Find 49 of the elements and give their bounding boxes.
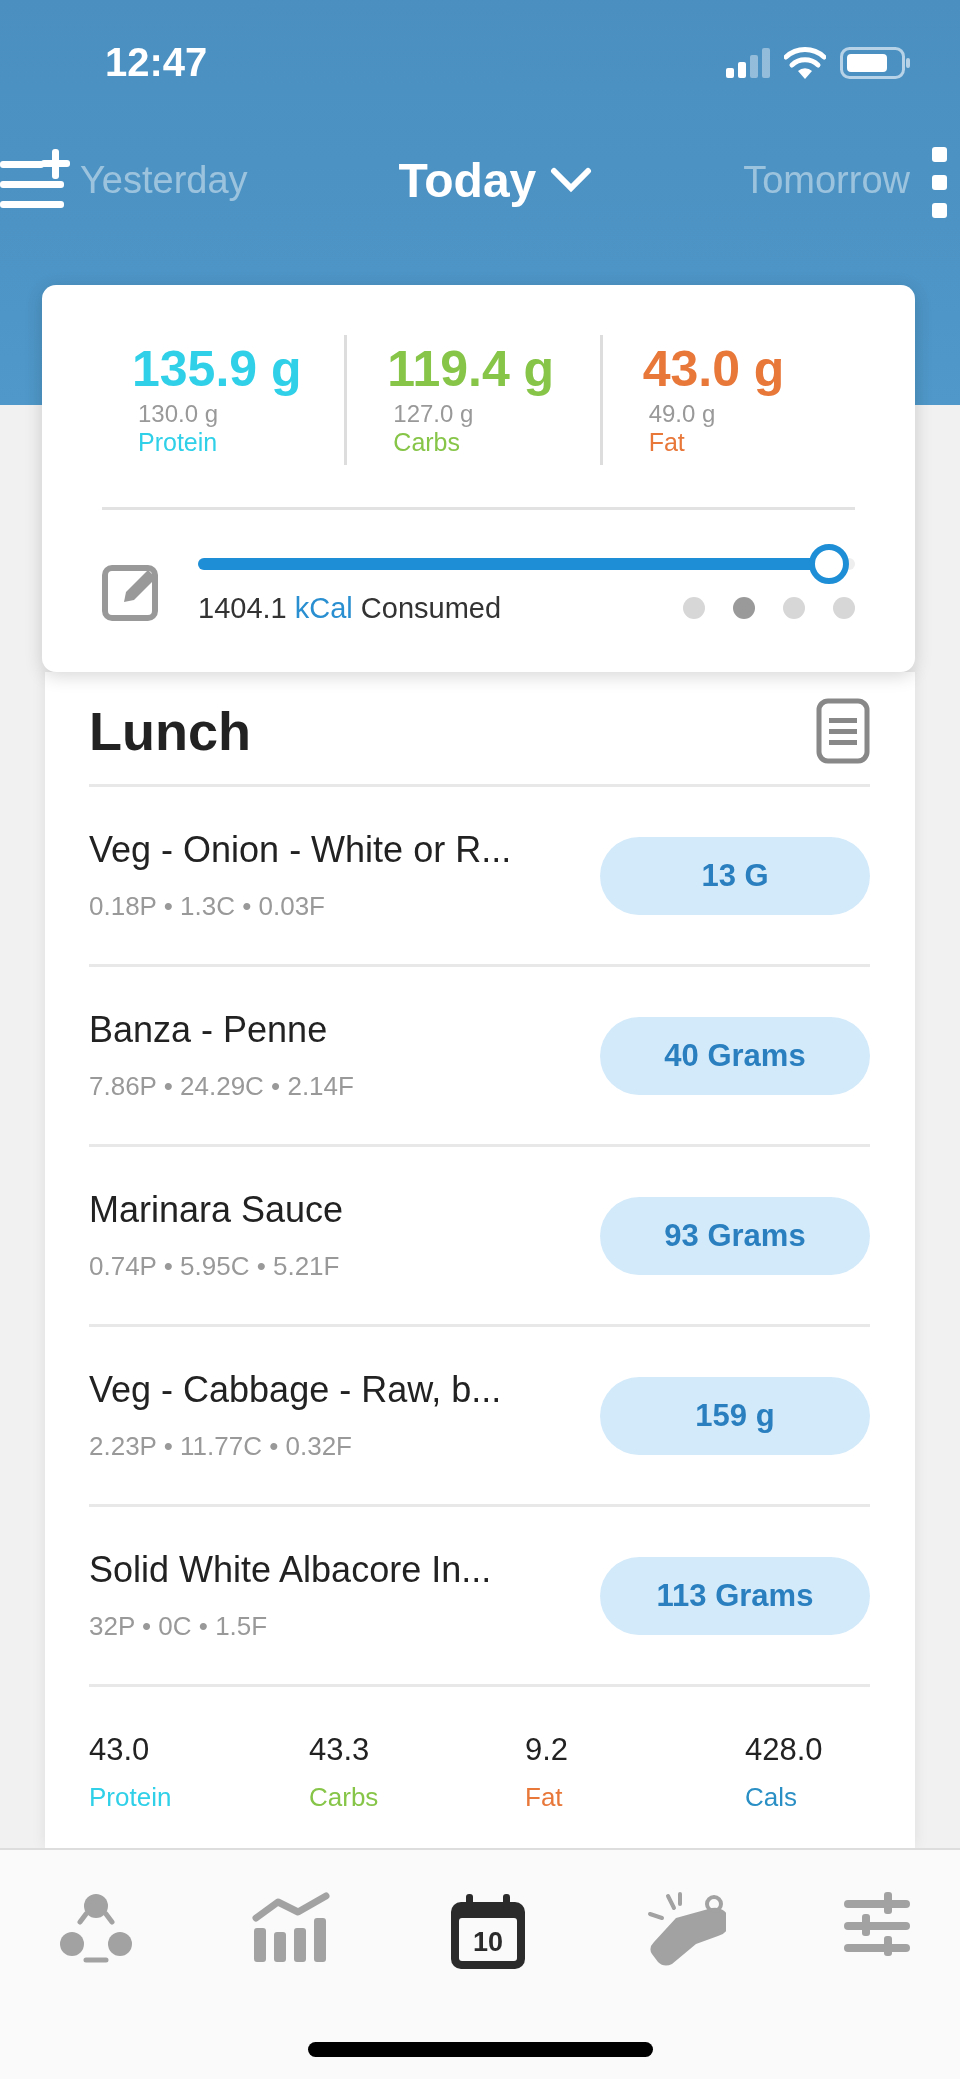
total-label: Cals (745, 1782, 798, 1813)
meal-title: Lunch (89, 700, 251, 762)
battery-icon (840, 46, 910, 79)
page-dot[interactable] (783, 597, 805, 619)
chevron-down-icon (550, 167, 593, 193)
status-time: 12:47 (105, 40, 208, 85)
more-icon[interactable] (932, 147, 948, 219)
total-label: Fat (525, 1782, 564, 1813)
wifi-icon (784, 46, 826, 79)
food-macros: 0.74P • 5.95C • 5.21F (89, 1251, 341, 1282)
amount-button[interactable]: 159 g (600, 1376, 870, 1455)
tomorrow-link[interactable]: Tomorrow (743, 158, 910, 202)
macro-value: 135.9 g (132, 343, 303, 394)
total-value: 43.3 (309, 1732, 371, 1768)
signal-icon (726, 47, 770, 78)
yesterday-link[interactable]: Yesterday (80, 158, 248, 202)
macro-value: 119.4 g (387, 343, 556, 394)
food-name[interactable]: Veg - Onion - White or R... (89, 829, 512, 871)
macro-label: Protein (138, 427, 219, 457)
food-name[interactable]: Solid White Albacore In... (89, 1549, 492, 1591)
date-dropdown[interactable]: Today (398, 152, 593, 208)
amount-button[interactable]: 93 Grams (600, 1196, 870, 1275)
total-value: 428.0 (745, 1732, 824, 1768)
food-macros: 32P • 0C • 1.5F (89, 1611, 269, 1642)
amount-button[interactable]: 113 Grams (600, 1556, 870, 1635)
page-dot[interactable] (683, 597, 705, 619)
page-dot[interactable] (833, 597, 855, 619)
food-macros: 0.18P • 1.3C • 0.03F (89, 891, 326, 922)
total-label: Protein (89, 1782, 173, 1813)
macro-value: 43.0 g (642, 343, 786, 394)
food-macros: 2.23P • 11.77C • 0.32F (89, 1431, 353, 1462)
macro-label: Carbs (393, 427, 461, 457)
amount-button[interactable]: 13 G (600, 836, 870, 915)
macro-label: Fat (648, 427, 686, 457)
amount-button[interactable]: 40 Grams (600, 1016, 870, 1095)
total-value: 43.0 (89, 1732, 151, 1768)
macro-goal: 127.0 g (393, 399, 475, 428)
food-macros: 7.86P • 24.29C • 2.14F (89, 1071, 354, 1102)
food-name[interactable]: Veg - Cabbage - Raw, b... (89, 1369, 502, 1411)
food-name[interactable]: Marinara Sauce (89, 1189, 344, 1231)
slider-thumb[interactable] (808, 543, 849, 584)
total-value: 9.2 (525, 1732, 570, 1768)
page-dot[interactable] (733, 597, 755, 619)
macro-goal: 49.0 g (648, 399, 717, 428)
note-icon[interactable] (816, 698, 870, 764)
calories-consumed-text: 1404.1 kCal Consumed (198, 591, 502, 625)
total-label: Carbs (309, 1782, 380, 1813)
food-name[interactable]: Banza - Penne (89, 1009, 354, 1051)
macro-goal: 130.0 g (138, 399, 220, 428)
